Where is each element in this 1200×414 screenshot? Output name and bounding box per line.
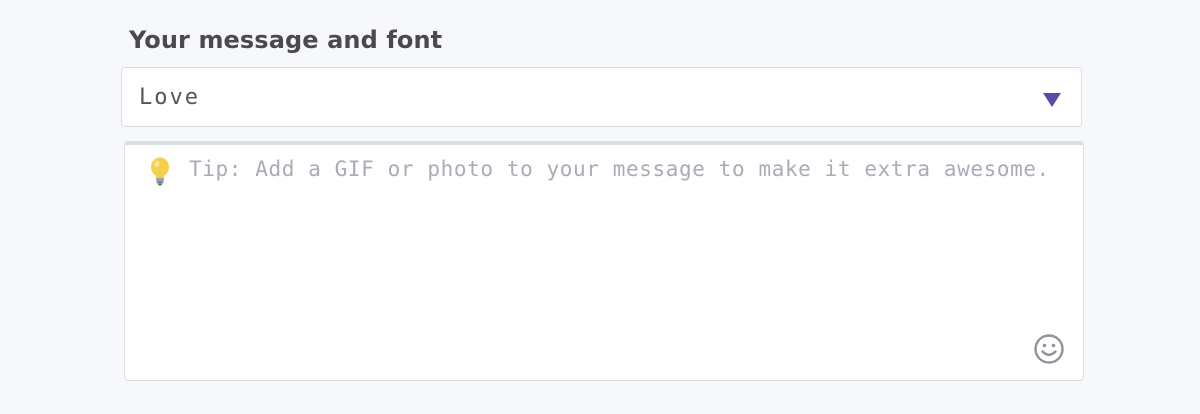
font-select[interactable]: Love bbox=[121, 67, 1082, 127]
smiley-icon[interactable] bbox=[1033, 333, 1065, 365]
lightbulb-icon bbox=[151, 157, 169, 186]
font-select-value: Love bbox=[139, 85, 200, 110]
caret-down-icon bbox=[1043, 93, 1061, 107]
section-label: Your message and font bbox=[129, 26, 443, 54]
message-box bbox=[124, 141, 1084, 381]
message-input[interactable] bbox=[125, 145, 1083, 380]
